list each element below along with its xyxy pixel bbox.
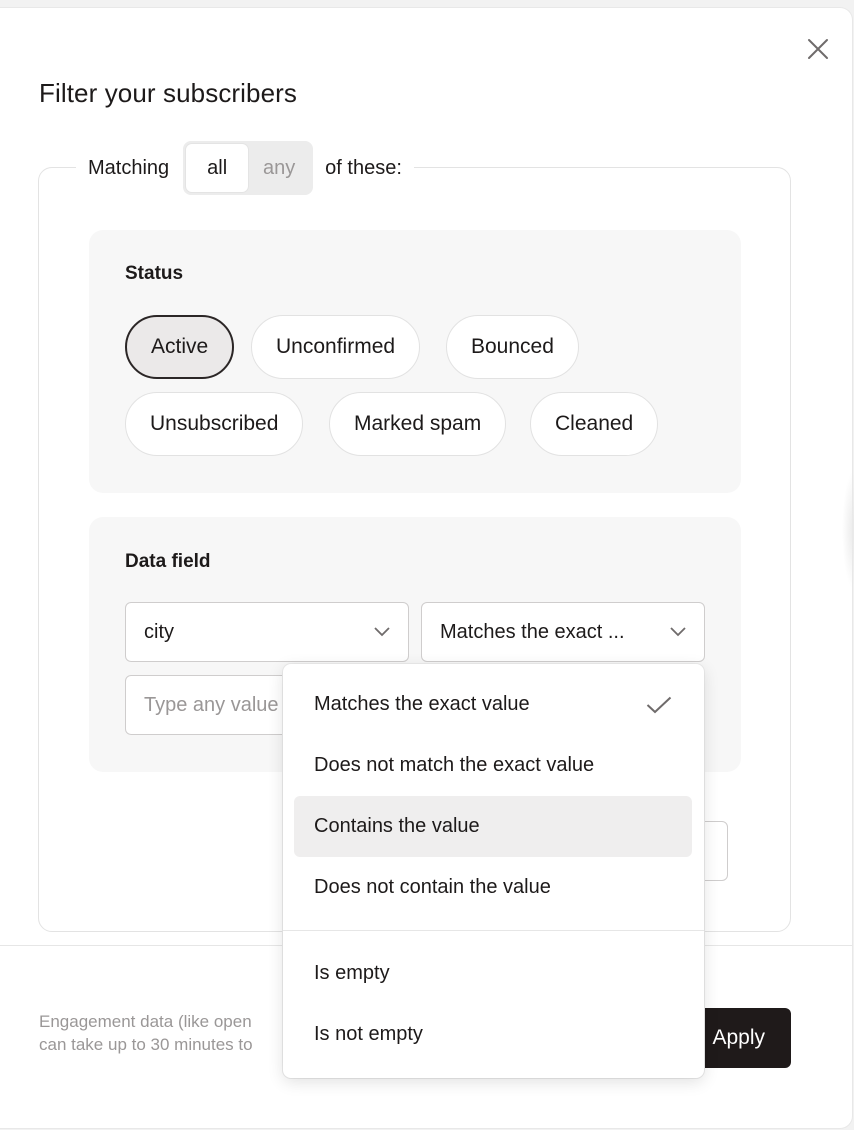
- close-icon: [808, 39, 828, 59]
- option-label: Matches the exact value: [314, 693, 530, 715]
- operator-option-is-not-empty[interactable]: Is not empty: [294, 1004, 692, 1065]
- status-chip-bounced[interactable]: Bounced: [446, 315, 579, 379]
- dialog-title: Filter your subscribers: [39, 78, 298, 108]
- option-label: Does not match the exact value: [314, 754, 595, 776]
- operator-option-does-not-match[interactable]: Does not match the exact value: [294, 735, 692, 796]
- match-mode-legend: Matching all any of these:: [76, 140, 414, 196]
- data-field-title: Data field: [125, 551, 211, 572]
- operator-dropdown-menu: Matches the exact value Does not match t…: [283, 664, 704, 1078]
- option-label: Is not empty: [314, 1023, 423, 1045]
- option-label: Is empty: [314, 962, 390, 984]
- option-label: Contains the value: [314, 815, 480, 837]
- operator-option-is-empty[interactable]: Is empty: [294, 943, 692, 1004]
- status-chip-active[interactable]: Active: [125, 315, 235, 379]
- field-select[interactable]: city: [125, 602, 409, 662]
- option-label: Does not contain the value: [314, 876, 551, 898]
- operator-option-matches-exact[interactable]: Matches the exact value: [294, 674, 692, 735]
- field-select-value: city: [144, 620, 174, 643]
- match-any-option[interactable]: any: [248, 144, 310, 192]
- status-chip-unconfirmed[interactable]: Unconfirmed: [251, 315, 421, 379]
- menu-divider: [283, 930, 704, 931]
- check-icon: [646, 696, 672, 713]
- status-chip-unsubscribed[interactable]: Unsubscribed: [125, 392, 304, 456]
- status-panel: Status Active Unconfirmed Bounced Unsubs…: [89, 230, 741, 493]
- match-mode-toggle: all any: [183, 141, 314, 195]
- operator-select-value: Matches the exact ...: [440, 620, 625, 643]
- of-these-label: of these:: [325, 156, 402, 179]
- scroll-shadow: [842, 470, 854, 590]
- close-button[interactable]: [804, 35, 832, 63]
- match-all-option[interactable]: all: [186, 144, 249, 192]
- operator-option-contains[interactable]: Contains the value: [294, 796, 692, 857]
- chevron-down-icon: [670, 627, 686, 637]
- matching-label: Matching: [88, 156, 170, 179]
- status-title: Status: [125, 263, 184, 284]
- operator-option-does-not-contain[interactable]: Does not contain the value: [294, 857, 692, 918]
- chevron-down-icon: [374, 627, 390, 637]
- status-chip-marked-spam[interactable]: Marked spam: [329, 392, 507, 456]
- status-chip-cleaned[interactable]: Cleaned: [530, 392, 659, 456]
- operator-select[interactable]: Matches the exact ...: [421, 602, 705, 662]
